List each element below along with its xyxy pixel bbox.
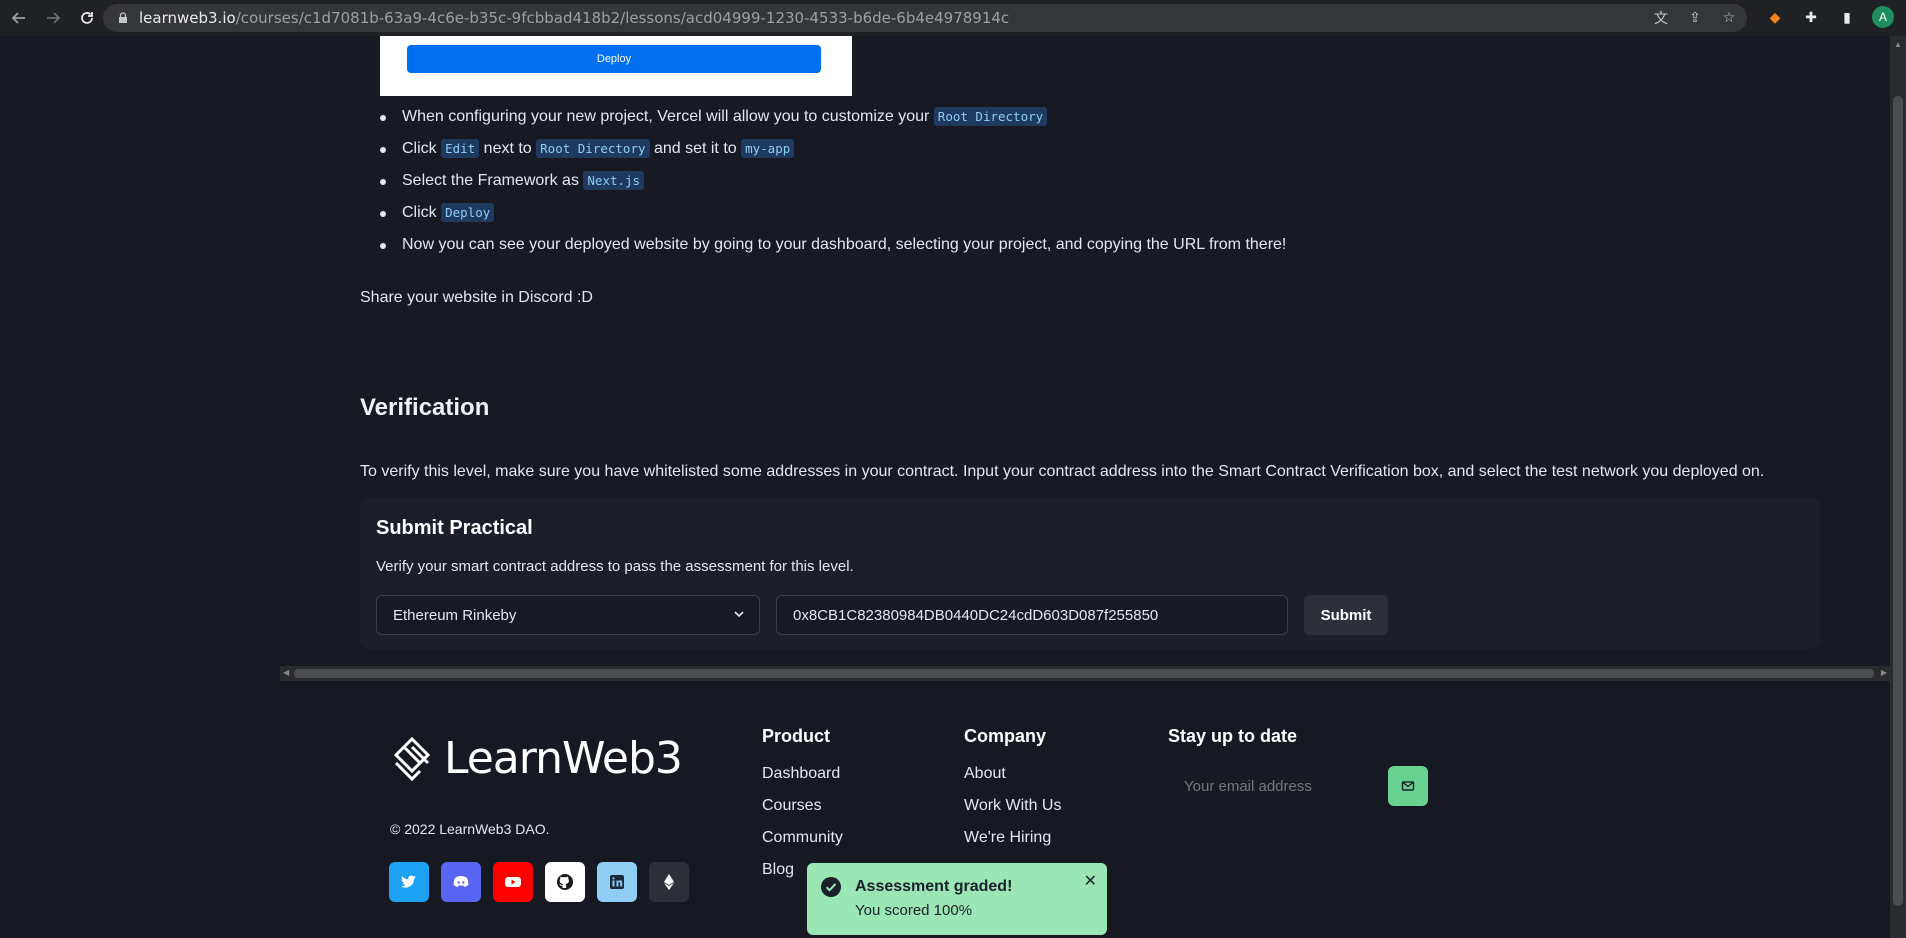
code-root-directory: Root Directory — [536, 139, 650, 158]
practical-description: Verify your smart contract address to pa… — [376, 558, 854, 575]
bookmark-star-icon[interactable]: ☆ — [1721, 10, 1737, 26]
network-select[interactable]: Ethereum Rinkeby — [376, 595, 760, 635]
url-path: /courses/c1d7081b-63a9-4c6e-b35c-9fcbbad… — [235, 9, 1010, 27]
github-icon[interactable] — [545, 862, 585, 902]
list-item: Select the Framework as Next.js — [380, 166, 1286, 198]
network-selected-value: Ethereum Rinkeby — [393, 606, 517, 624]
horizontal-scrollbar[interactable]: ◀ ▶ — [280, 666, 1890, 681]
share-text: Share your website in Discord :D — [360, 289, 593, 306]
toast-title: Assessment graded! — [855, 878, 1013, 895]
footer-link-courses[interactable]: Courses — [762, 796, 843, 828]
side-panel-icon[interactable]: ▮ — [1836, 6, 1858, 28]
footer-link-dashboard[interactable]: Dashboard — [762, 764, 843, 796]
chevron-down-icon — [734, 611, 744, 618]
url-host: learnweb3.io — [139, 9, 236, 27]
code-deploy: Deploy — [441, 203, 495, 222]
mail-icon — [1401, 781, 1415, 791]
footer-link-hiring[interactable]: We're Hiring — [964, 828, 1061, 860]
code-root-directory: Root Directory — [933, 107, 1048, 126]
learnweb3-logo-icon — [393, 736, 431, 781]
social-links — [389, 862, 689, 902]
footer-link-community[interactable]: Community — [762, 828, 843, 860]
footer-link-work-with-us[interactable]: Work With Us — [964, 796, 1061, 828]
discord-icon[interactable] — [441, 862, 481, 902]
code-my-app: my-app — [741, 139, 795, 158]
ethereum-icon[interactable] — [649, 862, 689, 902]
submit-practical-card: Submit Practical Verify your smart contr… — [360, 497, 1820, 649]
forward-icon[interactable] — [38, 3, 68, 33]
scroll-up-icon[interactable]: ▲ — [1894, 40, 1902, 49]
address-bar[interactable]: learnweb3.io/courses/c1d7081b-63a9-4c6e-… — [103, 4, 1747, 32]
reload-icon[interactable] — [72, 3, 102, 33]
metamask-icon[interactable]: ◆ — [1764, 6, 1786, 28]
footer-company-column: Company About Work With Us We're Hiring — [964, 726, 1061, 860]
product-heading: Product — [762, 726, 831, 746]
newsletter-form — [1168, 766, 1428, 806]
browser-toolbar: learnweb3.io/courses/c1d7081b-63a9-4c6e-… — [0, 0, 1906, 36]
verification-heading: Verification — [360, 394, 490, 421]
list-item: Click Edit next to Root Directory and se… — [380, 134, 1286, 166]
back-icon[interactable] — [4, 3, 34, 33]
close-icon[interactable]: ✕ — [1084, 871, 1097, 891]
instruction-list: When configuring your new project, Verce… — [380, 102, 1286, 262]
scroll-right-icon[interactable]: ▶ — [1881, 668, 1887, 677]
deploy-image-button: Deploy — [407, 45, 821, 73]
scroll-left-icon[interactable]: ◀ — [283, 668, 289, 677]
h-scrollbar-thumb[interactable] — [294, 669, 1874, 678]
verification-text: To verify this level, make sure you have… — [360, 463, 1765, 480]
footer-link-about[interactable]: About — [964, 764, 1061, 796]
assessment-toast: Assessment graded! You scored 100% ✕ — [807, 863, 1107, 935]
lock-icon — [119, 12, 127, 23]
footer-newsletter-column: Stay up to date — [1168, 726, 1297, 764]
profile-avatar[interactable]: A — [1872, 6, 1894, 28]
company-heading: Company — [964, 726, 1047, 746]
vertical-scrollbar[interactable]: ▲ — [1890, 36, 1906, 938]
check-circle-icon — [821, 877, 841, 897]
linkedin-icon[interactable] — [597, 862, 637, 902]
twitter-icon[interactable] — [389, 862, 429, 902]
list-item: Now you can see your deployed website by… — [380, 230, 1286, 262]
contract-address-input[interactable] — [776, 595, 1288, 635]
copyright: © 2022 LearnWeb3 DAO. — [390, 821, 550, 837]
newsletter-heading: Stay up to date — [1168, 726, 1298, 746]
deploy-screenshot: Deploy — [380, 36, 852, 96]
share-icon[interactable]: ⇪ — [1687, 10, 1703, 26]
code-nextjs: Next.js — [583, 171, 645, 190]
submit-button[interactable]: Submit — [1304, 595, 1388, 635]
email-input[interactable] — [1168, 766, 1384, 806]
code-edit: Edit — [441, 139, 480, 158]
practical-title: Submit Practical — [376, 517, 533, 539]
youtube-icon[interactable] — [493, 862, 533, 902]
scrollbar-thumb[interactable] — [1893, 96, 1903, 906]
learnweb3-logo[interactable]: LearnWeb3 — [390, 733, 683, 784]
extensions-puzzle-icon[interactable]: ✚ — [1800, 6, 1822, 28]
list-item: When configuring your new project, Verce… — [380, 102, 1286, 134]
toast-body: You scored 100% — [855, 902, 973, 919]
subscribe-button[interactable] — [1388, 766, 1428, 806]
translate-icon[interactable]: 文 — [1653, 8, 1669, 28]
list-item: Click Deploy — [380, 198, 1286, 230]
logo-text: LearnWeb3 — [444, 733, 683, 784]
